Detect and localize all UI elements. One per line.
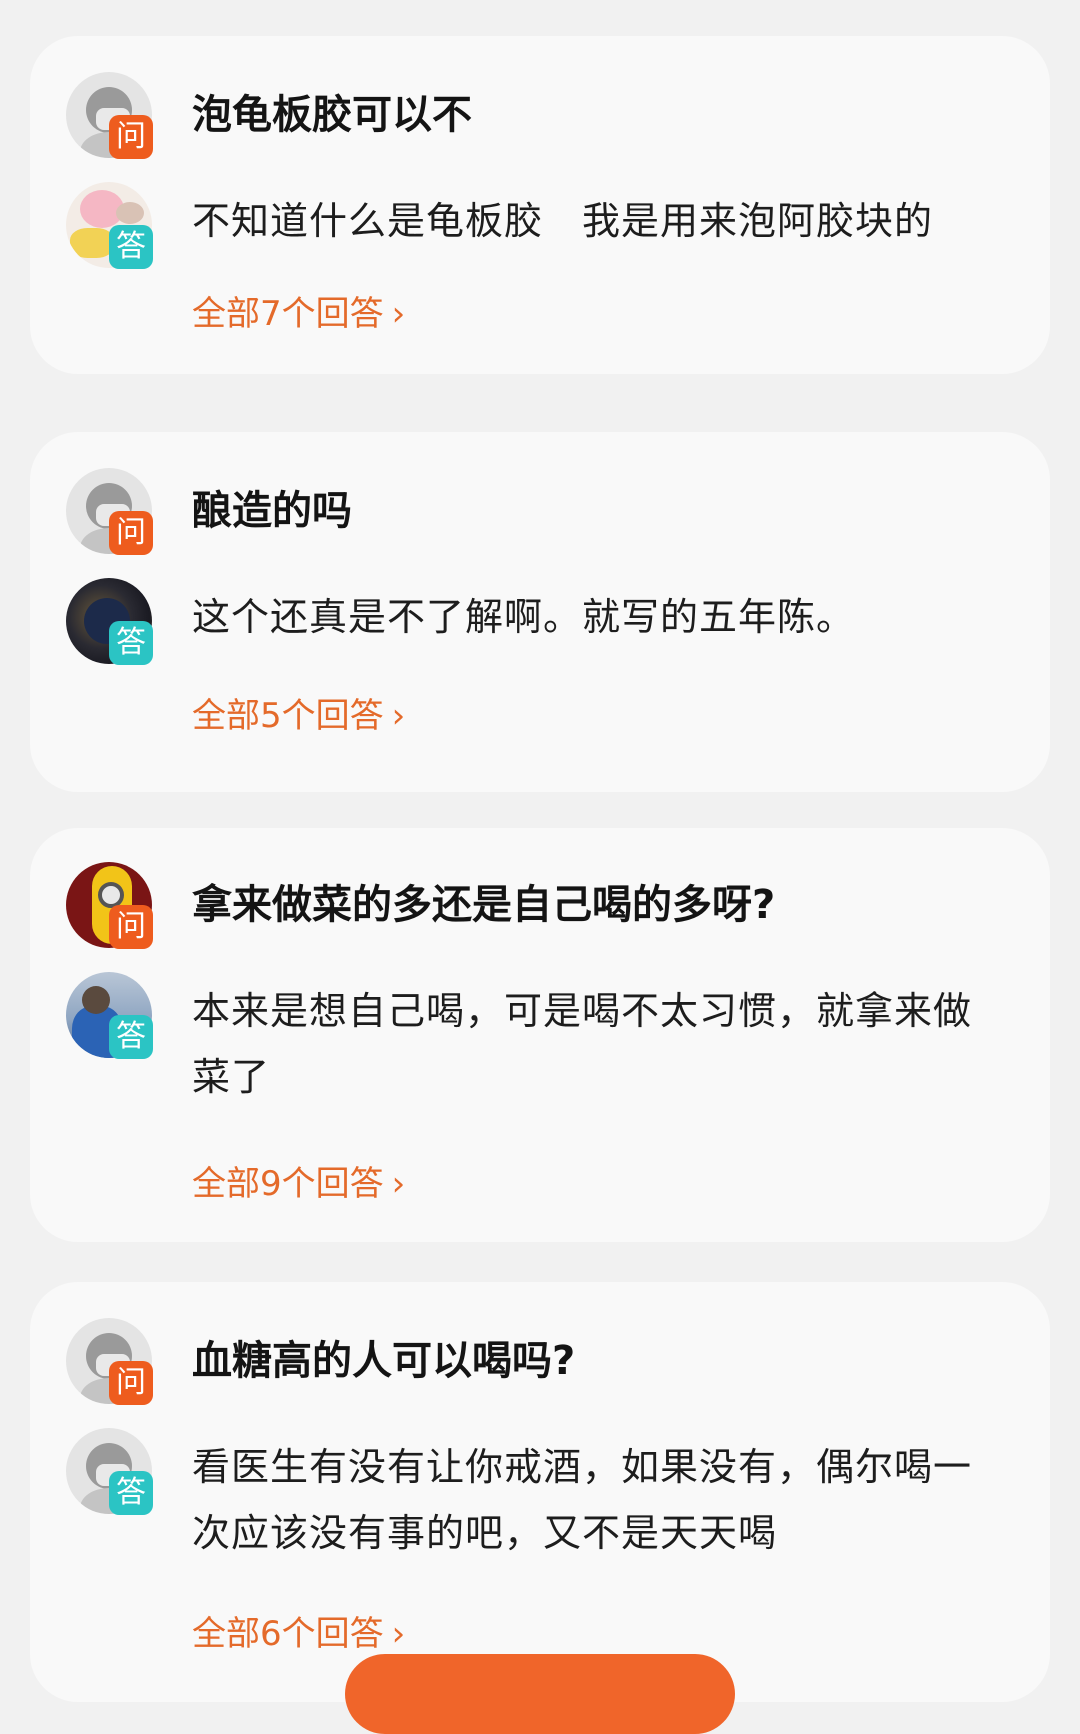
question-row: 问 血糖高的人可以喝吗? <box>66 1318 1020 1405</box>
question-row: 问 泡龟板胶可以不 <box>66 72 1020 159</box>
all-answers-label: 全部9个回答 <box>192 1164 384 1204</box>
all-answers-link[interactable]: 全部5个回答 › <box>192 692 405 740</box>
all-answers-label: 全部5个回答 <box>192 696 384 736</box>
chevron-right-icon: › <box>391 1164 406 1204</box>
all-answers-label: 全部6个回答 <box>192 1614 384 1654</box>
answer-text[interactable]: 这个还真是不了解啊。就写的五年陈。 <box>192 584 1020 650</box>
answer-badge: 答 <box>109 621 153 665</box>
question-text[interactable]: 拿来做菜的多还是自己喝的多呀? <box>192 874 1020 936</box>
qa-card[interactable]: 问 拿来做菜的多还是自己喝的多呀? 答 本来是想自己喝，可是喝不太习惯，就拿来做… <box>30 828 1050 1242</box>
question-badge: 问 <box>109 1361 153 1405</box>
question-text[interactable]: 泡龟板胶可以不 <box>192 84 1020 146</box>
answer-text[interactable]: 不知道什么是龟板胶 我是用来泡阿胶块的 <box>192 188 1020 254</box>
answerer-avatar[interactable]: 答 <box>66 972 153 1059</box>
all-answers-link[interactable]: 全部7个回答 › <box>192 290 405 338</box>
answerer-avatar[interactable]: 答 <box>66 182 153 269</box>
answer-badge: 答 <box>109 1015 153 1059</box>
answer-badge: 答 <box>109 225 153 269</box>
question-text[interactable]: 酿造的吗 <box>192 480 1020 542</box>
qa-card[interactable]: 问 血糖高的人可以喝吗? 答 看医生有没有让你戒酒，如果没有，偶尔喝一次应该没有… <box>30 1282 1050 1702</box>
question-row: 问 酿造的吗 <box>66 468 1020 555</box>
bottom-action-button[interactable] <box>345 1654 735 1734</box>
question-badge: 问 <box>109 905 153 949</box>
asker-avatar[interactable]: 问 <box>66 72 153 159</box>
answer-row: 答 看医生有没有让你戒酒，如果没有，偶尔喝一次应该没有事的吧，又不是天天喝 <box>66 1428 1020 1578</box>
chevron-right-icon: › <box>391 1614 406 1654</box>
chevron-right-icon: › <box>391 696 406 736</box>
answer-badge: 答 <box>109 1471 153 1515</box>
question-badge: 问 <box>109 511 153 555</box>
all-answers-link[interactable]: 全部6个回答 › <box>192 1610 405 1658</box>
question-badge: 问 <box>109 115 153 159</box>
answer-text[interactable]: 看医生有没有让你戒酒，如果没有，偶尔喝一次应该没有事的吧，又不是天天喝 <box>192 1434 987 1566</box>
answerer-avatar[interactable]: 答 <box>66 1428 153 1515</box>
answer-row: 答 本来是想自己喝，可是喝不太习惯，就拿来做菜了 <box>66 972 1020 1122</box>
asker-avatar[interactable]: 问 <box>66 1318 153 1405</box>
asker-avatar[interactable]: 问 <box>66 862 153 949</box>
all-answers-label: 全部7个回答 <box>192 294 384 334</box>
answerer-avatar[interactable]: 答 <box>66 578 153 665</box>
qa-card[interactable]: 问 酿造的吗 答 这个还真是不了解啊。就写的五年陈。 全部5个回答 › <box>30 432 1050 792</box>
chevron-right-icon: › <box>391 294 406 334</box>
answer-row: 答 这个还真是不了解啊。就写的五年陈。 <box>66 578 1020 665</box>
all-answers-link[interactable]: 全部9个回答 › <box>192 1160 405 1208</box>
question-text[interactable]: 血糖高的人可以喝吗? <box>192 1330 1020 1392</box>
answer-text[interactable]: 本来是想自己喝，可是喝不太习惯，就拿来做菜了 <box>192 978 987 1110</box>
question-row: 问 拿来做菜的多还是自己喝的多呀? <box>66 862 1020 949</box>
asker-avatar[interactable]: 问 <box>66 468 153 555</box>
answer-row: 答 不知道什么是龟板胶 我是用来泡阿胶块的 <box>66 182 1020 269</box>
qa-card[interactable]: 问 泡龟板胶可以不 答 不知道什么是龟板胶 我是用来泡阿胶块的 全部7个回答 › <box>30 36 1050 374</box>
